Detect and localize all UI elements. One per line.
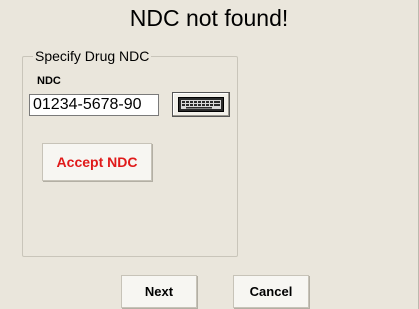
ndc-input[interactable] <box>29 94 159 116</box>
keyboard-icon <box>178 97 224 112</box>
keyboard-button[interactable] <box>172 92 230 117</box>
cancel-button[interactable]: Cancel <box>233 275 309 308</box>
accept-ndc-button[interactable]: Accept NDC <box>42 143 152 181</box>
dialog-window: NDC not found! Specify Drug NDC NDC 0123… <box>0 0 419 309</box>
dialog-title: NDC not found! <box>129 5 289 31</box>
ndc-label: NDC <box>37 75 61 87</box>
group-legend: Specify Drug NDC <box>33 48 152 64</box>
specify-ndc-group: Specify Drug NDC NDC 01234-5678-90 Accep… <box>22 48 238 257</box>
next-button[interactable]: Next <box>121 275 197 308</box>
